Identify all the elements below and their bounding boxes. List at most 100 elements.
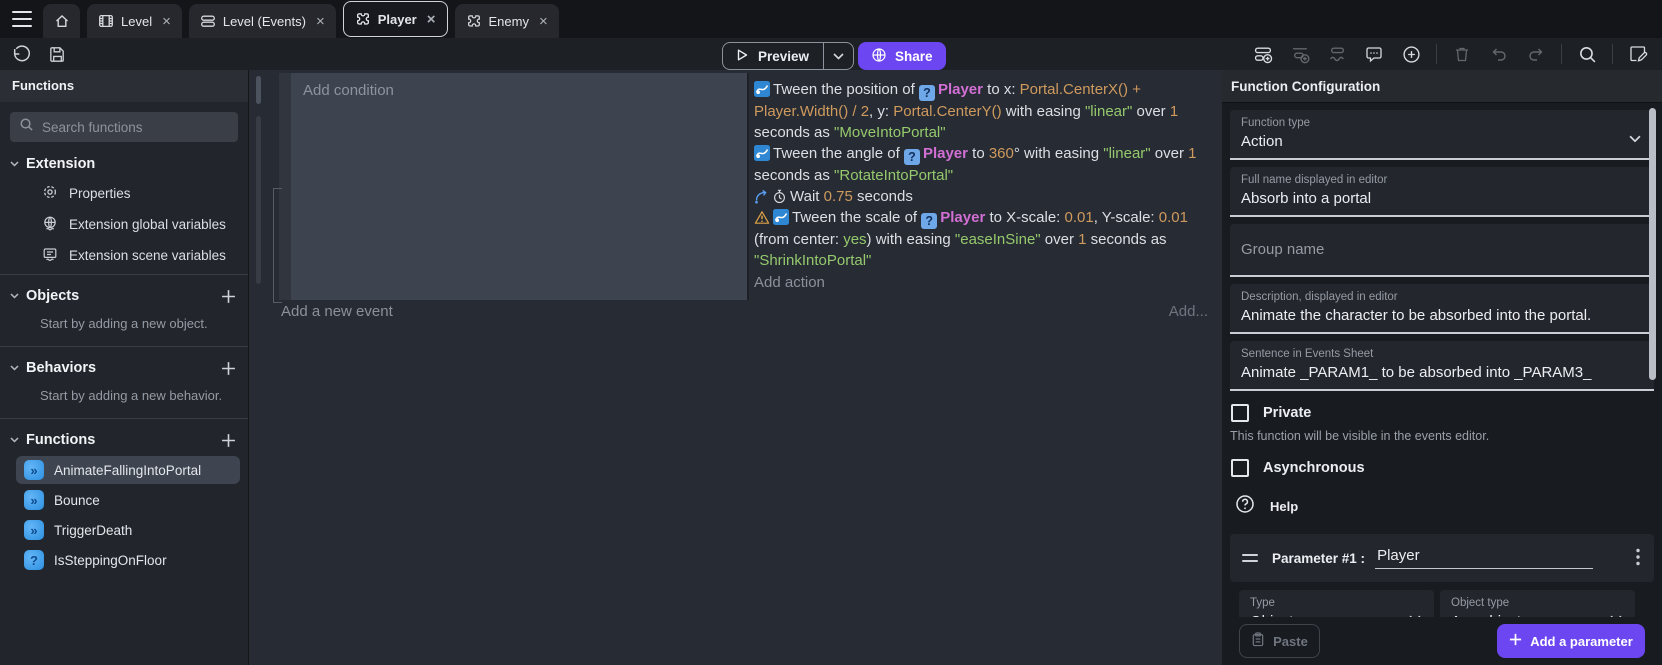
add-circle-icon[interactable]	[1399, 42, 1423, 66]
conditions-cell[interactable]: Add condition	[291, 73, 749, 300]
add-function-button[interactable]	[221, 433, 236, 448]
search-icon[interactable]	[1575, 42, 1599, 66]
share-label: Share	[895, 49, 933, 64]
board-icon	[42, 246, 58, 265]
chevron-down-icon	[10, 293, 19, 299]
search-functions-input[interactable]	[42, 120, 229, 135]
add-new-event-link[interactable]: Add a new event	[281, 303, 393, 320]
share-button[interactable]: Share	[858, 42, 946, 70]
history-icon[interactable]	[10, 42, 34, 66]
tab-home[interactable]	[43, 4, 80, 38]
add-subevent-icon[interactable]	[1288, 42, 1312, 66]
parameter-card[interactable]: Parameter #1 : Player	[1230, 534, 1654, 582]
action-row[interactable]: Wait 0.75 seconds	[754, 186, 1211, 207]
function-item-bounce[interactable]: » Bounce	[16, 486, 240, 514]
add-condition-link[interactable]: Add condition	[303, 82, 394, 99]
kebab-menu-icon[interactable]	[1636, 548, 1640, 571]
private-helper-text: This function will be visible in the eve…	[1230, 429, 1662, 443]
tween-icon	[773, 209, 789, 225]
events-scrollbar[interactable]	[256, 116, 261, 284]
tab-player[interactable]: Player ×	[343, 1, 448, 37]
group-name-field[interactable]: Group name	[1230, 224, 1654, 277]
action-text-segment: Tween the position of	[773, 81, 919, 98]
action-text-segment: Player	[940, 209, 985, 226]
full-name-field[interactable]: Full name displayed in editor Absorb int…	[1230, 167, 1654, 217]
tab-label: Enemy	[489, 14, 529, 29]
async-icon	[754, 189, 769, 204]
paste-label: Paste	[1273, 634, 1308, 649]
actions-cell[interactable]: Tween the position of ?Player to x: Port…	[749, 73, 1219, 300]
action-text-segment: Portal.CenterY()	[893, 103, 1001, 120]
section-objects[interactable]: Objects	[0, 278, 248, 310]
asynchronous-checkbox[interactable]	[1231, 459, 1249, 477]
add-other-event-icon[interactable]	[1325, 42, 1349, 66]
action-text-segment: seconds as	[754, 124, 834, 141]
function-name: Bounce	[54, 493, 100, 508]
hamburger-menu-icon[interactable]	[12, 11, 32, 27]
preview-label: Preview	[758, 49, 809, 64]
events-scrollbar-thumb[interactable]	[256, 76, 261, 104]
function-item-issteppingonfloor[interactable]: ? IsSteppingOnFloor	[16, 546, 240, 574]
redo-icon[interactable]	[1524, 42, 1548, 66]
edit-extension-icon[interactable]	[1626, 42, 1650, 66]
private-checkbox[interactable]	[1231, 404, 1249, 422]
close-icon[interactable]: ×	[162, 14, 171, 29]
tab-level-events[interactable]: Level (Events) ×	[189, 4, 336, 38]
chevron-down-icon	[1629, 130, 1641, 148]
undo-icon[interactable]	[1487, 42, 1511, 66]
comment-icon[interactable]	[1362, 42, 1386, 66]
tab-level[interactable]: Level ×	[87, 4, 182, 38]
drag-handle-icon[interactable]	[1242, 554, 1258, 562]
preview-dropdown-button[interactable]	[823, 43, 853, 69]
field-value: Absorb into a portal	[1241, 190, 1643, 207]
item-label: Extension scene variables	[69, 248, 226, 263]
field-label: Description, displayed in editor	[1241, 291, 1643, 303]
section-behaviors[interactable]: Behaviors	[0, 350, 248, 382]
function-type-select[interactable]: Function type Action	[1230, 110, 1654, 160]
section-label: Functions	[26, 432, 221, 448]
tween-icon	[754, 145, 770, 161]
add-object-button[interactable]	[221, 289, 236, 304]
action-row[interactable]: Tween the scale of ?Player to X-scale: 0…	[754, 207, 1211, 271]
sidebar-item-extension-global-variables[interactable]: Extension global variables	[0, 209, 248, 240]
close-icon[interactable]: ×	[316, 14, 325, 29]
action-text-segment: to	[968, 145, 989, 162]
delete-icon[interactable]	[1450, 42, 1474, 66]
parameter-name-input[interactable]: Player	[1375, 547, 1593, 569]
preview-button[interactable]: Preview	[722, 42, 854, 70]
action-text-segment: 1	[1170, 103, 1178, 120]
add-event-icon[interactable]	[1251, 42, 1275, 66]
action-text-segment: 0.01	[1065, 209, 1094, 226]
paste-button[interactable]: Paste	[1239, 624, 1320, 658]
event-block[interactable]: Add condition Tween the position of ?Pla…	[279, 73, 1219, 300]
sidebar-item-extension-scene-variables[interactable]: Extension scene variables	[0, 240, 248, 271]
section-functions[interactable]: Functions	[0, 422, 248, 454]
panel-scrollbar-thumb[interactable]	[1649, 108, 1656, 380]
search-functions-box[interactable]	[10, 112, 238, 142]
sentence-field[interactable]: Sentence in Events Sheet Animate _PARAM1…	[1230, 341, 1654, 391]
save-icon[interactable]	[45, 42, 69, 66]
globe-icon	[42, 215, 58, 234]
sidebar-item-properties[interactable]: Properties	[0, 178, 248, 209]
action-text-segment: seconds	[853, 188, 913, 205]
add-a-parameter-button[interactable]: Add a parameter	[1497, 624, 1645, 658]
function-item-triggerdeath[interactable]: » TriggerDeath	[16, 516, 240, 544]
help-label: Help	[1270, 499, 1298, 514]
action-row[interactable]: Tween the position of ?Player to x: Port…	[754, 79, 1211, 143]
help-button[interactable]: Help	[1235, 494, 1662, 519]
field-value: Animate _PARAM1_ to be absorbed into _PA…	[1241, 364, 1643, 381]
action-row[interactable]: Tween the angle of ?Player to 360° with …	[754, 143, 1211, 186]
field-label: Full name displayed in editor	[1241, 174, 1643, 186]
action-text-segment: "linear"	[1085, 103, 1132, 120]
add-more-link[interactable]: Add...	[1169, 303, 1208, 320]
description-field[interactable]: Description, displayed in editor Animate…	[1230, 284, 1654, 334]
section-extension[interactable]: Extension	[0, 146, 248, 178]
function-item-animatefallingintoportal[interactable]: » AnimateFallingIntoPortal	[16, 456, 240, 484]
close-icon[interactable]: ×	[427, 12, 436, 27]
action-text-segment: Wait	[790, 188, 824, 205]
add-behavior-button[interactable]	[221, 361, 236, 376]
close-icon[interactable]: ×	[539, 14, 548, 29]
add-action-link[interactable]: Add action	[754, 272, 1211, 293]
field-label: Function type	[1241, 117, 1643, 129]
tab-enemy[interactable]: Enemy ×	[455, 4, 559, 38]
